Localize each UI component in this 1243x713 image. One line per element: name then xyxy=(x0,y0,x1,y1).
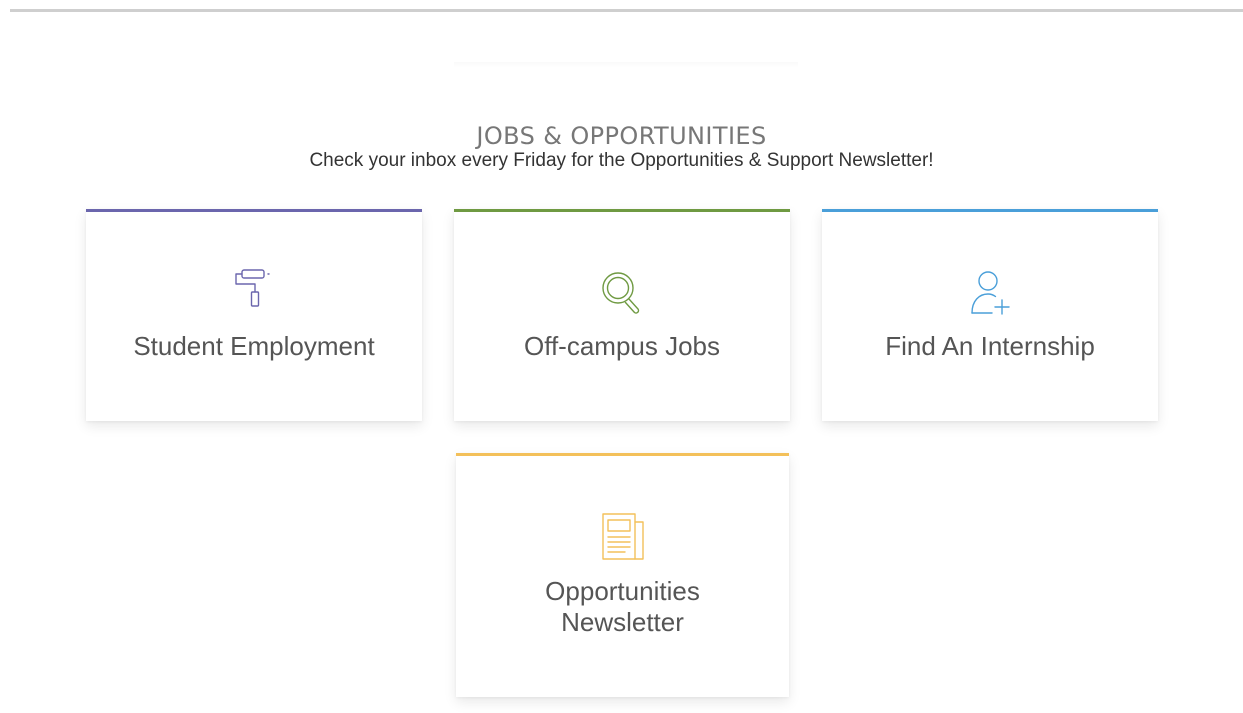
card-label-line-2: Newsletter xyxy=(561,607,684,637)
card-opportunities-newsletter[interactable]: Opportunities Newsletter xyxy=(456,453,789,697)
add-user-icon xyxy=(966,269,1014,322)
card-label: Find An Internship xyxy=(885,331,1095,361)
card-find-an-internship[interactable]: Find An Internship xyxy=(822,209,1158,421)
card-off-campus-jobs[interactable]: Off-campus Jobs xyxy=(454,209,790,421)
card-label: Student Employment xyxy=(133,331,375,361)
card-label-line-1: Opportunities xyxy=(545,576,700,606)
card-label: Opportunities Newsletter xyxy=(456,576,789,638)
card-accent-border xyxy=(456,453,789,456)
top-divider xyxy=(10,9,1243,12)
page: JOBS & OPPORTUNITIES Check your inbox ev… xyxy=(0,0,1243,713)
card-accent-border xyxy=(86,209,422,212)
paint-roller-icon xyxy=(232,267,276,320)
magnifying-glass-icon xyxy=(598,269,646,322)
section-title: JOBS & OPPORTUNITIES xyxy=(476,121,767,150)
card-accent-border xyxy=(454,209,790,212)
section-subtitle: Check your inbox every Friday for the Op… xyxy=(309,150,934,171)
card-student-employment[interactable]: Student Employment xyxy=(86,209,422,421)
card-accent-border xyxy=(822,209,1158,212)
newspaper-icon xyxy=(599,512,647,565)
decorative-strip xyxy=(454,62,798,68)
card-label: Off-campus Jobs xyxy=(523,331,721,361)
